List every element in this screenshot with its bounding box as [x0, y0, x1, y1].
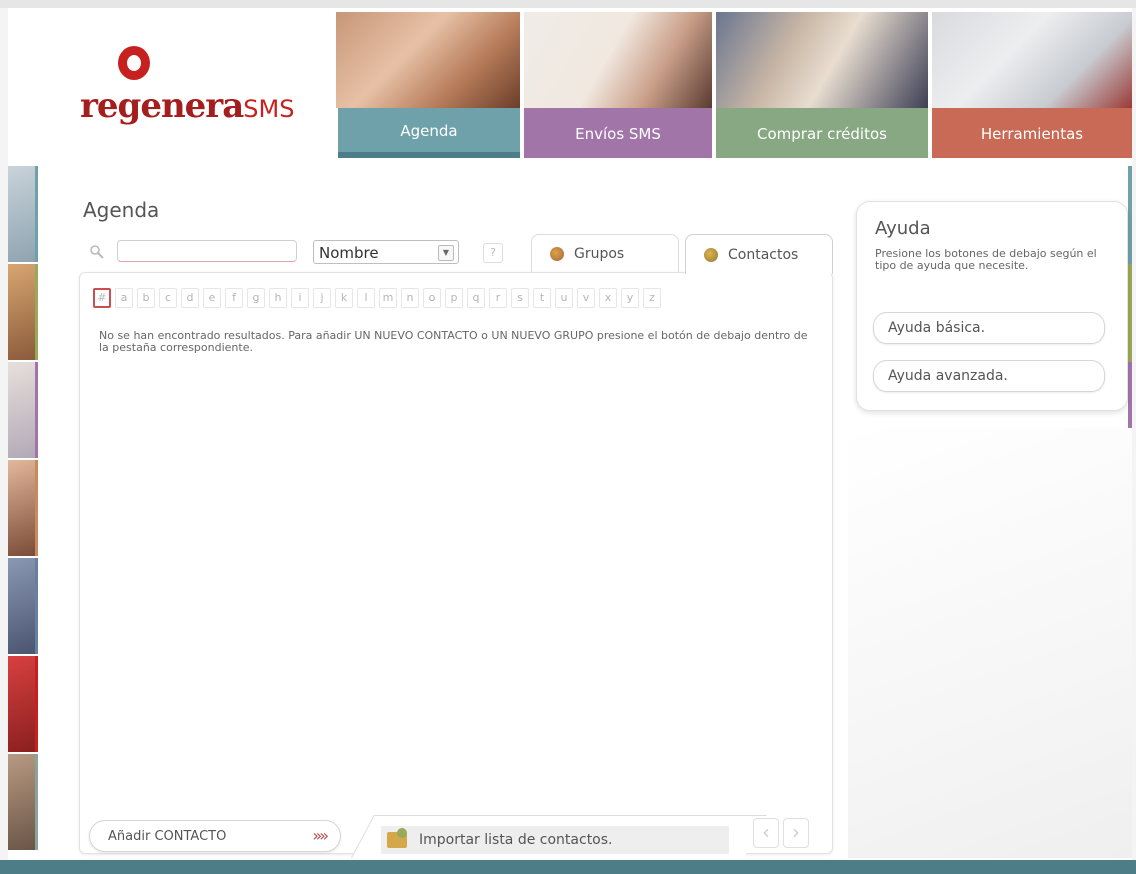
strip-photo: [8, 362, 38, 460]
contact-icon: [704, 247, 718, 262]
header-photo-businessman: [716, 12, 928, 108]
alpha-filter-i[interactable]: i: [291, 288, 309, 308]
alpha-filter-l[interactable]: l: [357, 288, 375, 308]
alpha-filter-r[interactable]: r: [489, 288, 507, 308]
empty-results-message: No se han encontrado resultados. Para añ…: [99, 329, 808, 354]
top-border: [0, 0, 1136, 8]
alpha-filter-s[interactable]: s: [511, 288, 529, 308]
nav-tab-herramientas[interactable]: Herramientas: [932, 108, 1132, 158]
alpha-filter-h[interactable]: h: [269, 288, 287, 308]
strip-photo: [8, 264, 38, 362]
logo-text: regeneraSMS: [80, 86, 295, 126]
logo-mark-icon: [118, 46, 150, 80]
alpha-filter-o[interactable]: o: [423, 288, 441, 308]
header-photo-keyboard: [932, 12, 1132, 108]
alpha-filter-f[interactable]: f: [225, 288, 243, 308]
nav-tab-envios-sms[interactable]: Envíos SMS: [524, 108, 712, 158]
alpha-filter-u[interactable]: u: [555, 288, 573, 308]
help-question-button[interactable]: ?: [483, 243, 503, 263]
alpha-filter-c[interactable]: c: [159, 288, 177, 308]
alpha-filter-x[interactable]: x: [599, 288, 617, 308]
alpha-filter-v[interactable]: v: [577, 288, 595, 308]
alpha-filter-q[interactable]: q: [467, 288, 485, 308]
alpha-filter-e[interactable]: e: [203, 288, 221, 308]
search-input[interactable]: [117, 240, 297, 262]
alpha-filter-p[interactable]: p: [445, 288, 463, 308]
strip-photo: [8, 656, 38, 754]
alpha-filter-m[interactable]: m: [379, 288, 397, 308]
alpha-filter-hash[interactable]: #: [93, 288, 111, 308]
header-photo-phone-woman: [524, 12, 712, 108]
nav-tab-agenda[interactable]: Agenda: [338, 108, 520, 158]
alpha-filter-k[interactable]: k: [335, 288, 353, 308]
alpha-filter-y[interactable]: y: [621, 288, 639, 308]
basic-help-button[interactable]: Ayuda básica.: [873, 312, 1105, 344]
app-frame: regeneraSMS Agenda Envíos SMS Comprar cr…: [8, 8, 1132, 874]
strip-photo: [8, 754, 38, 852]
strip-photo: [8, 460, 38, 558]
select-value: Nombre: [319, 244, 379, 262]
chevron-down-icon: ▼: [438, 245, 454, 261]
help-title: Ayuda: [875, 218, 931, 239]
group-icon: [550, 246, 564, 261]
footer-bar: [0, 860, 1136, 874]
tab-contactos-label: Contactos: [728, 246, 799, 263]
alpha-filter-g[interactable]: g: [247, 288, 265, 308]
header: regeneraSMS Agenda Envíos SMS Comprar cr…: [8, 8, 1132, 158]
page-title: Agenda: [83, 198, 160, 222]
search-field-select[interactable]: Nombre ▼: [313, 240, 459, 264]
tab-contactos[interactable]: Contactos: [685, 234, 833, 274]
alpha-filter-t[interactable]: t: [533, 288, 551, 308]
alpha-filter-j[interactable]: j: [313, 288, 331, 308]
help-text: Presione los botones de debajo según el …: [875, 247, 1097, 272]
next-page-button[interactable]: ›: [783, 818, 809, 848]
help-panel: Ayuda Presione los botones de debajo seg…: [856, 201, 1128, 411]
import-contacts-button[interactable]: Importar lista de contactos.: [381, 826, 729, 854]
logo[interactable]: regeneraSMS: [80, 40, 320, 140]
strip-photo: [8, 558, 38, 656]
nav-tab-comprar-creditos[interactable]: Comprar créditos: [716, 108, 928, 158]
header-photo-smile: [336, 12, 520, 108]
agenda-main: Agenda Nombre ▼ ? Grupos Contactos # a b…: [73, 188, 838, 858]
help-background: [848, 428, 1132, 858]
tab-grupos-label: Grupos: [574, 245, 625, 262]
advanced-help-button[interactable]: Ayuda avanzada.: [873, 360, 1105, 392]
tab-grupos[interactable]: Grupos: [531, 234, 679, 272]
strip-photo: [8, 166, 38, 264]
left-photo-strip: [8, 166, 38, 856]
chevrons-right-icon: »»: [312, 826, 328, 845]
search-icon: [90, 245, 104, 259]
contacts-panel: [79, 272, 833, 854]
add-contact-button[interactable]: Añadir CONTACTO »»: [89, 820, 341, 852]
alpha-filter-b[interactable]: b: [137, 288, 155, 308]
add-contact-label: Añadir CONTACTO: [108, 828, 227, 844]
alpha-filter-d[interactable]: d: [181, 288, 199, 308]
import-folder-icon: [387, 828, 407, 848]
alpha-filter-z[interactable]: z: [643, 288, 661, 308]
alpha-filter-a[interactable]: a: [115, 288, 133, 308]
alpha-filter-n[interactable]: n: [401, 288, 419, 308]
alphabet-filter: # a b c d e f g h i j k l m n o p q r s …: [93, 288, 665, 308]
import-contacts-label: Importar lista de contactos.: [419, 832, 613, 848]
prev-page-button[interactable]: ‹: [753, 818, 779, 848]
